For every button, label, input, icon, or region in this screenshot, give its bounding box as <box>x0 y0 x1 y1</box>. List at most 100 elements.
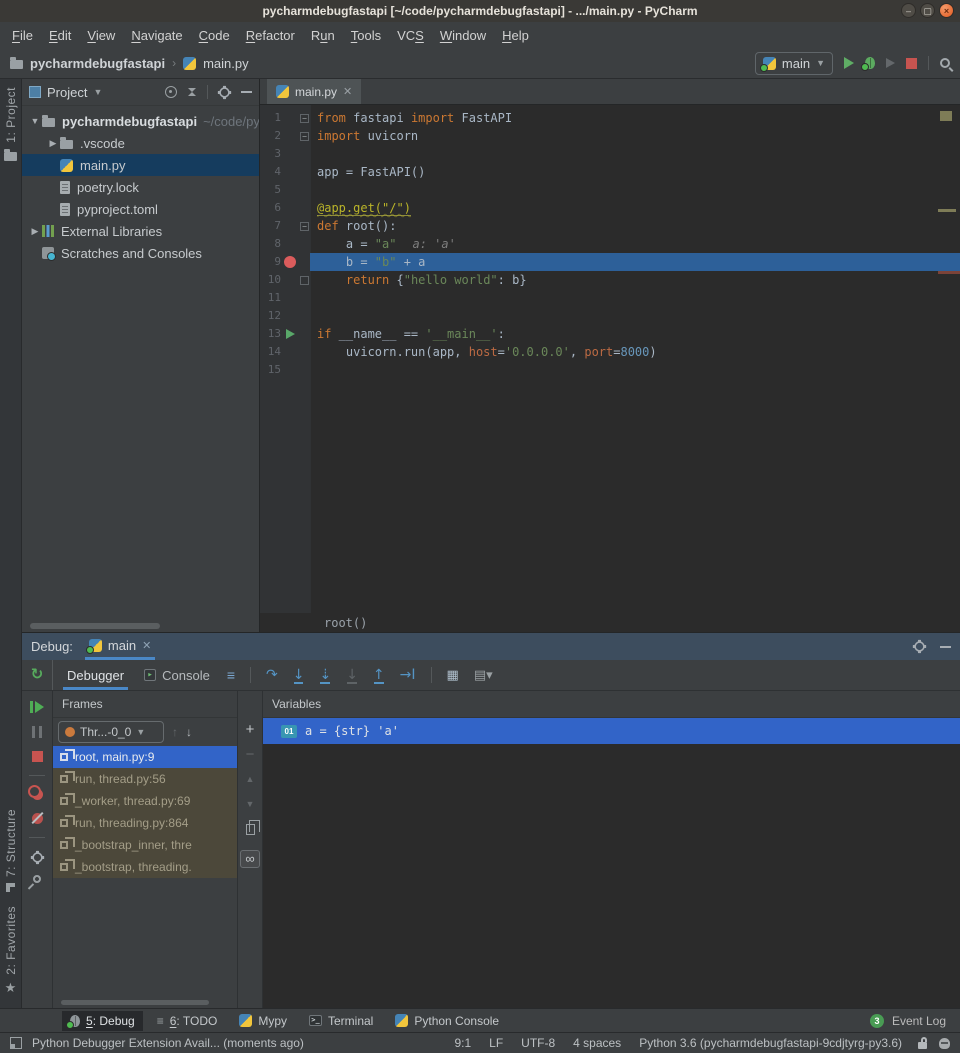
gutter-line-10[interactable]: 10 <box>260 271 310 289</box>
code-text[interactable]: @app.get("/") <box>310 199 960 217</box>
locate-file-icon[interactable] <box>165 86 177 98</box>
gear-icon[interactable] <box>914 641 924 651</box>
force-step-into-icon[interactable]: ⇣ <box>319 668 331 682</box>
gutter-line-15[interactable]: 15 <box>260 361 310 379</box>
menu-tools[interactable]: Tools <box>343 28 389 43</box>
gutter-line-12[interactable]: 12 <box>260 307 310 325</box>
gutter-line-4[interactable]: 4 <box>260 163 310 181</box>
thread-selector[interactable]: Thr...-0_0 ▼ <box>58 721 164 743</box>
gutter-line-7[interactable]: 7− <box>260 217 310 235</box>
gutter-line-14[interactable]: 14 <box>260 343 310 361</box>
fold-marker-icon[interactable]: − <box>299 114 310 123</box>
stop-icon[interactable] <box>32 751 43 762</box>
debug-settings-gear-icon[interactable] <box>32 852 42 862</box>
stack-frame-row[interactable]: root, main.py:9 <box>53 746 237 768</box>
chevron-right-icon[interactable]: ▶ <box>28 226 42 237</box>
horizontal-scrollbar[interactable] <box>61 1000 209 1005</box>
menu-vcs[interactable]: VCS <box>389 28 432 43</box>
run-to-cursor-icon[interactable]: →I <box>400 668 416 682</box>
stack-frame-row[interactable]: _worker, thread.py:69 <box>53 790 237 812</box>
chevron-down-icon[interactable]: ▼ <box>28 116 42 126</box>
minimize-icon[interactable]: – <box>901 3 916 18</box>
code-text[interactable]: a = "a"a: 'a' <box>310 235 960 253</box>
tree-item-pycharmdebugfastapi[interactable]: ▼pycharmdebugfastapi~/code/pycharmdebugf… <box>22 110 259 132</box>
gutter-line-2[interactable]: 2− <box>260 127 310 145</box>
coverage-button[interactable] <box>886 58 895 68</box>
duplicate-icon[interactable] <box>246 824 255 835</box>
maximize-icon[interactable]: ▢ <box>920 3 935 18</box>
step-over-icon[interactable]: ↷ <box>266 668 278 682</box>
step-into-icon[interactable]: ↓ <box>293 668 305 682</box>
tab-main-py[interactable]: main.py ✕ <box>267 79 361 104</box>
gutter-line-3[interactable]: 3 <box>260 145 310 163</box>
status-segment-1[interactable]: LF <box>489 1036 503 1050</box>
stack-frame-row[interactable]: _bootstrap, threading. <box>53 856 237 878</box>
close-tab-icon[interactable]: ✕ <box>343 85 352 98</box>
fold-marker-icon[interactable]: − <box>299 222 310 231</box>
menu-navigate[interactable]: Navigate <box>123 28 190 43</box>
toolwindow-toggle-icon[interactable] <box>10 1037 22 1049</box>
stack-frame-row[interactable]: run, threading.py:864 <box>53 812 237 834</box>
resume-icon[interactable] <box>30 701 45 713</box>
gutter-line-6[interactable]: 6 <box>260 199 310 217</box>
pin-icon[interactable] <box>31 873 42 884</box>
status-message[interactable]: Python Debugger Extension Avail... (mome… <box>32 1036 304 1050</box>
close-icon[interactable]: × <box>939 3 954 18</box>
menu-refactor[interactable]: Refactor <box>238 28 303 43</box>
toolwindow-button-mypy[interactable]: Mypy <box>231 1011 295 1031</box>
code-text[interactable] <box>310 307 960 325</box>
search-icon[interactable] <box>940 58 950 68</box>
variable-row[interactable]: 01a = {str} 'a' <box>263 718 960 744</box>
hector-inspections-icon[interactable] <box>939 1038 950 1049</box>
toolwindow-button-terminal[interactable]: Terminal <box>301 1011 381 1031</box>
chevron-down-icon[interactable]: ▼ <box>93 87 102 97</box>
sidebar-item-favorites[interactable]: 2: Favorites ★ <box>4 906 18 994</box>
menu-edit[interactable]: Edit <box>41 28 79 43</box>
gutter-line-5[interactable]: 5 <box>260 181 310 199</box>
toolwindow-button-6-todo[interactable]: 6: TODO <box>149 1011 226 1031</box>
code-text[interactable] <box>310 361 960 379</box>
tree-item-scratches-and-consoles[interactable]: Scratches and Consoles <box>22 242 259 264</box>
tree-item-external-libraries[interactable]: ▶External Libraries <box>22 220 259 242</box>
debug-session-tab[interactable]: main ✕ <box>85 633 155 660</box>
code-text[interactable] <box>310 145 960 163</box>
layout-settings-icon[interactable]: ≡ <box>227 667 235 683</box>
run-config-selector[interactable]: main ▼ <box>755 52 833 75</box>
menu-window[interactable]: Window <box>432 28 494 43</box>
menu-view[interactable]: View <box>79 28 123 43</box>
gear-icon[interactable] <box>219 87 229 97</box>
tree-item-poetry-lock[interactable]: poetry.lock <box>22 176 259 198</box>
debug-button[interactable] <box>865 57 875 69</box>
menu-code[interactable]: Code <box>191 28 238 43</box>
breadcrumb-function[interactable]: root() <box>324 616 367 630</box>
gutter-line-9[interactable]: 9 <box>260 253 310 271</box>
stop-button[interactable] <box>906 58 917 69</box>
menu-run[interactable]: Run <box>303 28 343 43</box>
menu-file[interactable]: File <box>4 28 41 43</box>
collapse-all-icon[interactable] <box>187 86 197 98</box>
fold-marker-icon[interactable]: − <box>299 132 310 141</box>
tree-item-pyproject-toml[interactable]: pyproject.toml <box>22 198 259 220</box>
code-text[interactable]: return {"hello world": b} <box>310 271 960 289</box>
toolwindow-button-python-console[interactable]: Python Console <box>387 1011 507 1031</box>
stack-frame-row[interactable]: _bootstrap_inner, thre <box>53 834 237 856</box>
code-text[interactable] <box>310 289 960 307</box>
status-segment-2[interactable]: UTF-8 <box>521 1036 555 1050</box>
gutter-line-11[interactable]: 11 <box>260 289 310 307</box>
code-text[interactable]: b = "b" + a <box>310 253 960 271</box>
hide-panel-icon[interactable] <box>241 91 252 93</box>
step-out-icon[interactable]: ↑ <box>373 668 385 682</box>
evaluate-expression-icon[interactable]: ▦ <box>447 667 459 683</box>
restore-layout-icon[interactable]: ▤▾ <box>474 667 493 682</box>
sidebar-item-project[interactable]: 1: Project <box>4 87 18 161</box>
gutter-line-13[interactable]: 13 <box>260 325 310 343</box>
add-watch-icon[interactable]: + <box>246 723 255 736</box>
breakpoint-icon[interactable] <box>281 256 299 268</box>
menu-help[interactable]: Help <box>494 28 537 43</box>
tree-item--vscode[interactable]: ▶.vscode <box>22 132 259 154</box>
next-frame-icon[interactable]: ↓ <box>186 725 192 739</box>
code-text[interactable]: app = FastAPI() <box>310 163 960 181</box>
lock-icon[interactable] <box>918 1042 927 1049</box>
code-text[interactable] <box>310 181 960 199</box>
gutter-line-1[interactable]: 1− <box>260 109 310 127</box>
